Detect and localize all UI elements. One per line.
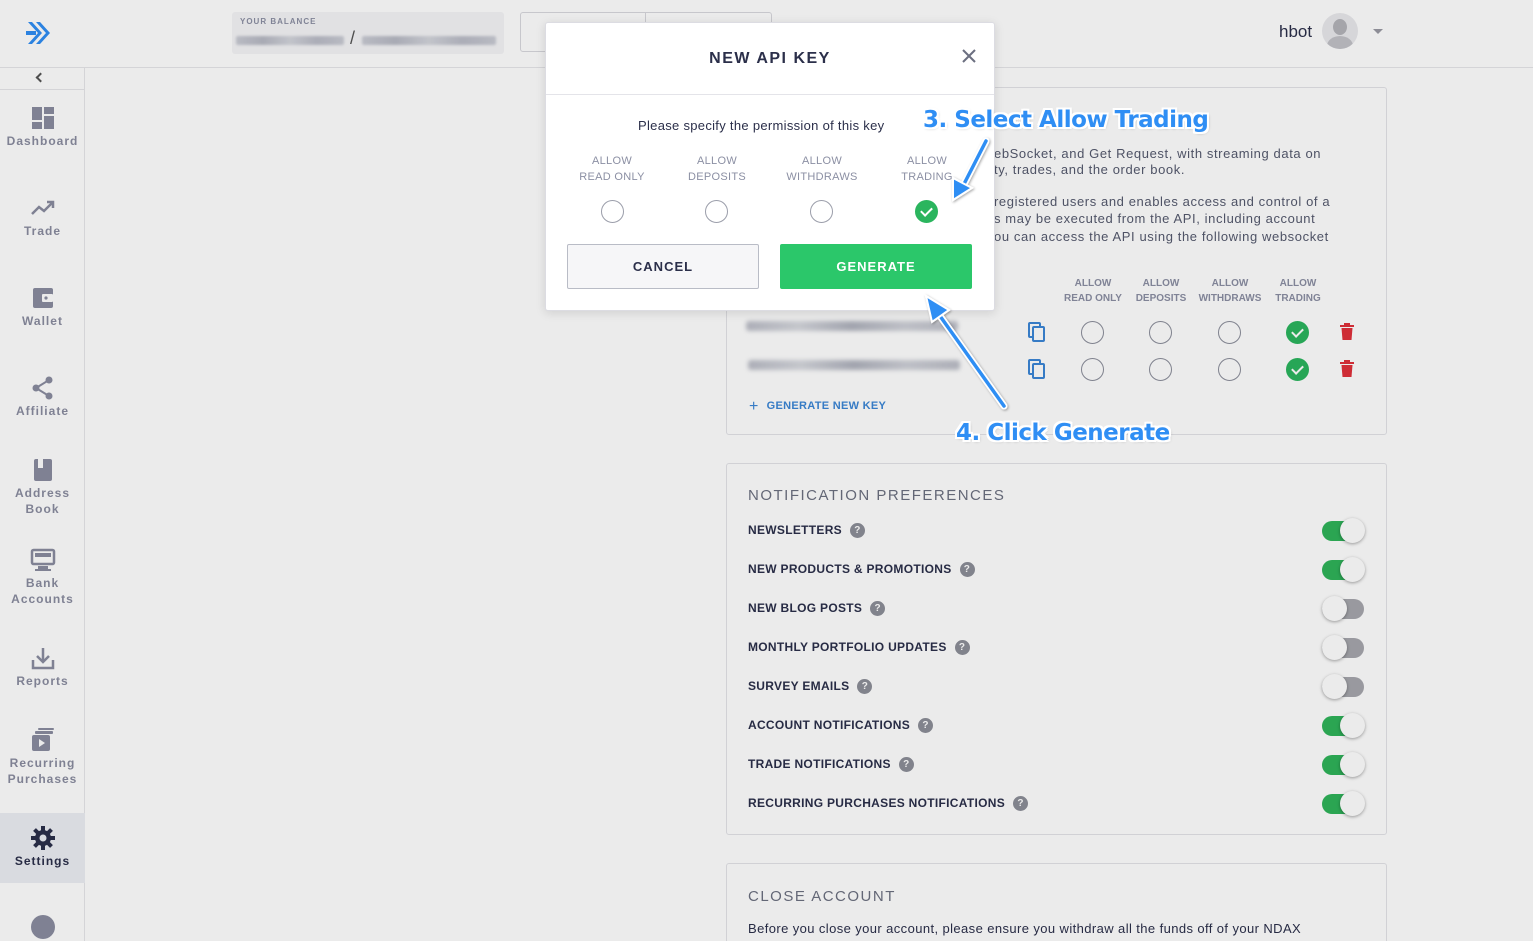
- perm-label-read-only: ALLOW READ ONLY: [567, 153, 657, 185]
- deposits-radio[interactable]: [705, 200, 728, 223]
- perm-label-line: WITHDRAWS: [786, 171, 858, 183]
- perm-label-deposits: ALLOW DEPOSITS: [672, 153, 762, 185]
- trading-radio[interactable]: [915, 200, 938, 223]
- modal-title: NEW API KEY: [709, 50, 831, 67]
- annotation-step-3: 3. Select Allow Trading: [923, 107, 1209, 133]
- perm-label-line: TRADING: [901, 171, 953, 183]
- read-only-radio[interactable]: [601, 200, 624, 223]
- perm-label-line: ALLOW: [801, 155, 842, 167]
- new-api-key-modal: NEW API KEY Please specify the permissio…: [545, 22, 995, 311]
- perm-label-line: ALLOW: [906, 155, 947, 167]
- perm-label-line: DEPOSITS: [687, 171, 747, 183]
- perm-label-line: ALLOW: [591, 155, 632, 167]
- generate-button[interactable]: GENERATE: [780, 244, 972, 289]
- perm-label-line: ALLOW: [696, 155, 737, 167]
- cancel-button[interactable]: CANCEL: [567, 244, 759, 289]
- perm-label-trading: ALLOW TRADING: [882, 153, 972, 185]
- perm-label-line: READ ONLY: [579, 171, 645, 183]
- withdraws-radio[interactable]: [810, 200, 833, 223]
- close-icon[interactable]: [960, 47, 978, 65]
- modal-header: NEW API KEY: [546, 23, 994, 95]
- perm-label-withdraws: ALLOW WITHDRAWS: [777, 153, 867, 185]
- annotation-step-4: 4. Click Generate: [956, 420, 1170, 446]
